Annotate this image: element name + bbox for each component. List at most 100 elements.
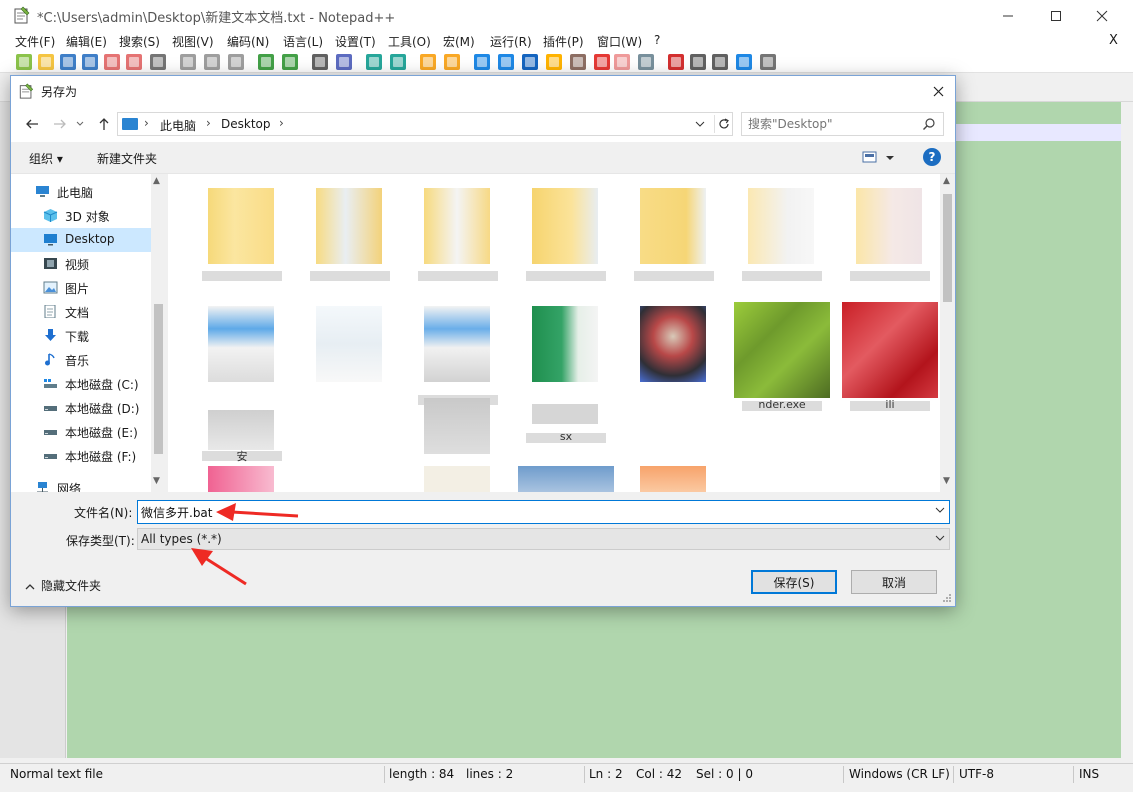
save-icon[interactable]: [60, 54, 76, 70]
print-icon[interactable]: [150, 54, 166, 70]
menu-tools[interactable]: 工具(O): [388, 33, 431, 50]
file-item[interactable]: [302, 298, 398, 410]
file-item[interactable]: ili: [842, 298, 938, 411]
play-multiple-icon[interactable]: [736, 54, 752, 70]
refresh-button[interactable]: [714, 115, 732, 133]
new-folder-button[interactable]: 新建文件夹: [97, 150, 157, 167]
zoom-in-icon[interactable]: [366, 54, 382, 70]
menu-window[interactable]: 窗口(W): [597, 33, 642, 50]
file-list-scroll-thumb[interactable]: [943, 194, 952, 302]
search-box[interactable]: [741, 112, 944, 136]
nav-item-desktop[interactable]: Desktop: [11, 228, 151, 252]
menu-run[interactable]: 运行(R): [490, 33, 532, 50]
folder-item[interactable]: [410, 180, 506, 292]
undo-icon[interactable]: [258, 54, 274, 70]
sync-horizontal-icon[interactable]: [444, 54, 460, 70]
nav-item-this-pc[interactable]: 此电脑: [11, 180, 151, 204]
replace-icon[interactable]: [336, 54, 352, 70]
redo-icon[interactable]: [282, 54, 298, 70]
minimize-button[interactable]: [985, 0, 1031, 31]
folder-item[interactable]: [842, 180, 938, 292]
view-options-icon[interactable]: [861, 150, 897, 166]
file-item[interactable]: [518, 466, 614, 492]
close-all-icon[interactable]: [126, 54, 142, 70]
file-item[interactable]: [410, 298, 506, 410]
editor-scrollbar[interactable]: [1121, 102, 1133, 758]
back-button[interactable]: [21, 114, 43, 134]
close-button[interactable]: [1079, 0, 1125, 31]
cut-icon[interactable]: [180, 54, 196, 70]
indent-guide-icon[interactable]: [522, 54, 538, 70]
save-macro-icon[interactable]: [760, 54, 776, 70]
close-document-button[interactable]: X: [1109, 33, 1118, 48]
zoom-out-icon[interactable]: [390, 54, 406, 70]
menu-plugins[interactable]: 插件(P): [543, 33, 584, 50]
nav-item-3d-objects[interactable]: 3D 对象: [11, 204, 151, 228]
doc-map-icon[interactable]: [570, 54, 586, 70]
forward-button[interactable]: [49, 114, 71, 134]
record-macro-icon[interactable]: [668, 54, 684, 70]
nav-item-drive-c[interactable]: 本地磁盘 (C:): [11, 372, 151, 396]
address-dropdown-button[interactable]: [692, 115, 708, 133]
nav-item-pictures[interactable]: 图片: [11, 276, 151, 300]
nav-item-drive-f[interactable]: 本地磁盘 (F:): [11, 444, 151, 468]
menu-search[interactable]: 搜索(S): [119, 33, 160, 50]
close-file-icon[interactable]: [104, 54, 120, 70]
up-button[interactable]: [93, 114, 115, 134]
file-item[interactable]: nder.exe: [734, 298, 830, 411]
scroll-up-icon[interactable]: ▲: [943, 176, 950, 186]
word-wrap-icon[interactable]: [474, 54, 490, 70]
menu-macro[interactable]: 宏(M): [443, 33, 475, 50]
filetype-select[interactable]: All types (*.*): [137, 528, 950, 550]
resize-grip-icon[interactable]: [941, 592, 953, 604]
organize-button[interactable]: 组织 ▾: [29, 150, 63, 167]
find-icon[interactable]: [312, 54, 328, 70]
new-file-icon[interactable]: [16, 54, 32, 70]
file-item[interactable]: [410, 466, 506, 492]
address-bar[interactable]: › 此电脑 › Desktop ›: [117, 112, 733, 136]
search-input[interactable]: [748, 116, 918, 132]
folder-item[interactable]: [626, 180, 722, 292]
file-item[interactable]: [194, 466, 290, 492]
dialog-close-button[interactable]: [923, 78, 953, 104]
scroll-down-icon[interactable]: ▼: [153, 476, 160, 486]
maximize-button[interactable]: [1033, 0, 1079, 31]
help-button[interactable]: ?: [923, 148, 941, 166]
language-icon[interactable]: [546, 54, 562, 70]
menu-help[interactable]: ?: [654, 33, 660, 47]
copy-icon[interactable]: [204, 54, 220, 70]
menu-edit[interactable]: 编辑(E): [66, 33, 107, 50]
stop-macro-icon[interactable]: [690, 54, 706, 70]
scroll-down-icon[interactable]: ▼: [943, 476, 950, 486]
folder-item[interactable]: [194, 180, 290, 292]
breadcrumb-this-pc[interactable]: 此电脑: [160, 117, 196, 134]
sync-vertical-icon[interactable]: [420, 54, 436, 70]
file-item[interactable]: [626, 466, 722, 492]
file-item[interactable]: [626, 298, 722, 410]
scroll-up-icon[interactable]: ▲: [153, 176, 160, 186]
folder-item[interactable]: [302, 180, 398, 292]
nav-item-drive-d[interactable]: 本地磁盘 (D:): [11, 396, 151, 420]
nav-item-downloads[interactable]: 下载: [11, 324, 151, 348]
nav-item-drive-e[interactable]: 本地磁盘 (E:): [11, 420, 151, 444]
nav-item-videos[interactable]: 视频: [11, 252, 151, 276]
function-list-icon[interactable]: [594, 54, 610, 70]
folder-item[interactable]: [734, 180, 830, 292]
menu-language[interactable]: 语言(L): [283, 33, 323, 50]
nav-pane-scroll-thumb[interactable]: [154, 304, 163, 454]
menu-settings[interactable]: 设置(T): [335, 33, 376, 50]
file-item[interactable]: [194, 298, 290, 410]
menu-view[interactable]: 视图(V): [172, 33, 214, 50]
chevron-down-icon[interactable]: [935, 505, 945, 516]
play-macro-icon[interactable]: [712, 54, 728, 70]
folder-workspace-icon[interactable]: [614, 54, 630, 70]
menu-encoding[interactable]: 编码(N): [227, 33, 269, 50]
folder-item[interactable]: [518, 180, 614, 292]
recent-locations-button[interactable]: [73, 114, 87, 134]
open-file-icon[interactable]: [38, 54, 54, 70]
paste-icon[interactable]: [228, 54, 244, 70]
nav-item-network[interactable]: 网络: [11, 476, 151, 492]
menu-file[interactable]: 文件(F): [15, 33, 55, 50]
show-all-chars-icon[interactable]: [498, 54, 514, 70]
nav-item-documents[interactable]: 文档: [11, 300, 151, 324]
